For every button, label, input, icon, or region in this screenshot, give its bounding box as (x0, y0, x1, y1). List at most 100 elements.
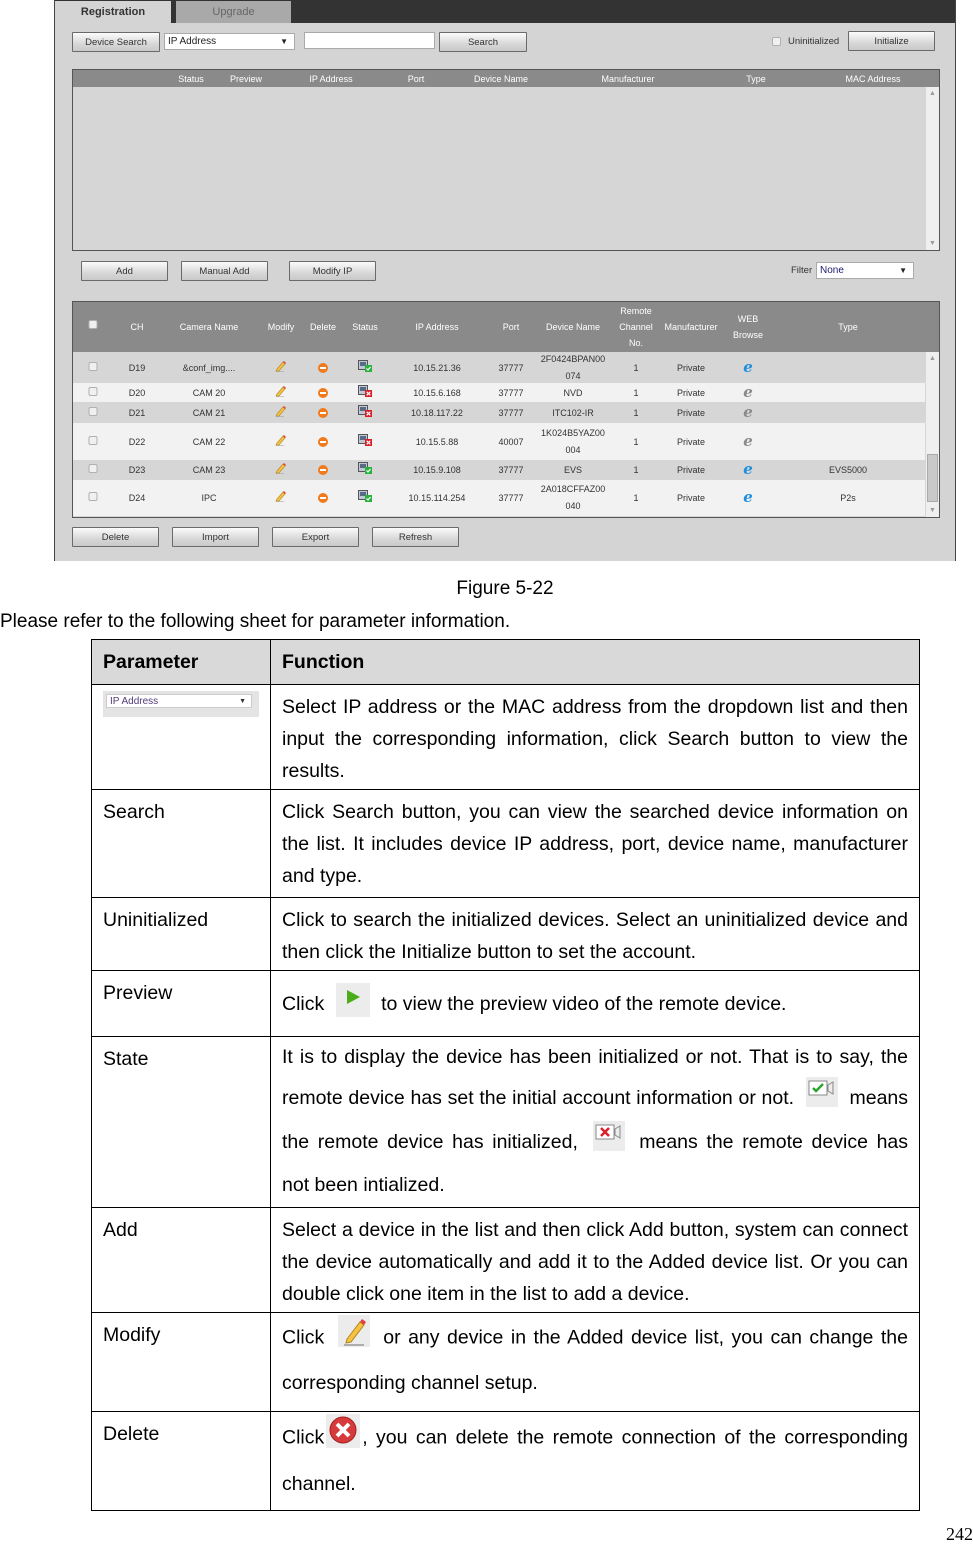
modify-button[interactable] (275, 462, 287, 478)
row-checkbox-box[interactable] (88, 464, 98, 473)
col-ip-address[interactable]: IP Address (309, 71, 352, 87)
search-button[interactable]: Search (439, 32, 527, 52)
col-device-name[interactable]: Device Name (546, 319, 600, 335)
add-button[interactable]: Add (81, 261, 168, 281)
scroll-up-icon[interactable]: ▲ (926, 355, 939, 362)
row-checkbox[interactable] (88, 361, 98, 375)
import-button[interactable]: Import (172, 527, 259, 547)
col-type[interactable]: Type (838, 319, 858, 335)
device-search-button[interactable]: Device Search (72, 32, 160, 52)
camera-name: CAM 23 (192, 465, 226, 475)
col-device-name[interactable]: Device Name (474, 71, 528, 87)
param-cell: Add (91, 1207, 271, 1313)
col-camera-name[interactable]: Camera Name (180, 319, 239, 335)
row-checkbox-box[interactable] (88, 492, 98, 501)
channel-id: D20 (128, 387, 146, 398)
scroll-down-icon[interactable]: ▼ (926, 240, 939, 247)
col-manufacturer[interactable]: Manufacturer (664, 319, 717, 335)
modify-button[interactable] (275, 385, 287, 401)
header-function: Function (270, 639, 920, 685)
col-remote-channel[interactable]: Remote Channel No. (619, 303, 653, 351)
modify-button[interactable] (275, 434, 287, 450)
modify-button[interactable] (275, 360, 287, 376)
ip-address: 10.15.21.36 (413, 362, 461, 373)
status-error-icon (358, 433, 372, 446)
delete-button[interactable] (318, 362, 328, 373)
search-results-grid: Status Preview IP Address Port Device Na… (72, 69, 940, 251)
table-row[interactable]: D20 CAM 20 10.15.6.168 37777 NVD 1 Private e (73, 383, 925, 402)
tab-registration[interactable]: Registration (55, 1, 171, 23)
select-all-checkbox[interactable] (88, 320, 98, 329)
device-registration-panel: Registration Upgrade Device Search IP Ad… (54, 0, 956, 561)
col-preview[interactable]: Preview (230, 71, 262, 87)
col-modify[interactable]: Modify (268, 319, 295, 335)
row-checkbox[interactable] (88, 406, 98, 420)
col-status[interactable]: Status (352, 319, 378, 335)
row-checkbox-box[interactable] (88, 406, 98, 416)
chevron-down-icon: ▼ (899, 266, 907, 275)
col-manufacturer[interactable]: Manufacturer (601, 71, 654, 87)
delete-button[interactable] (318, 436, 328, 447)
col-status[interactable]: Status (178, 71, 204, 87)
delete-button[interactable] (318, 407, 328, 418)
web-browse-button[interactable]: e (743, 462, 753, 478)
web-browse-button[interactable]: e (743, 359, 753, 376)
scroll-down-icon[interactable]: ▼ (926, 507, 939, 514)
manual-add-button[interactable]: Manual Add (181, 261, 268, 281)
delete-button[interactable] (318, 493, 328, 503)
added-devices-scrollbar[interactable]: ▲ ▼ (926, 352, 939, 517)
export-button[interactable]: Export (272, 527, 359, 547)
table-row: Preview Click to view the preview video … (91, 970, 920, 1037)
uninitialized-status-icon (592, 1121, 625, 1165)
search-input[interactable] (304, 32, 435, 49)
delete-button[interactable]: Delete (72, 527, 159, 547)
table-row[interactable]: D19 &conf_img.... 10.15.21.36 37777 2F0424BP… (73, 352, 925, 383)
scroll-up-icon[interactable]: ▲ (926, 90, 939, 97)
tab-upgrade[interactable]: Upgrade (176, 1, 291, 23)
table-row[interactable]: D22 CAM 22 10.15.5.88 40007 1K024B5YAZ00 004 1… (73, 423, 925, 460)
web-browse-button[interactable]: e (743, 404, 753, 421)
modify-ip-button[interactable]: Modify IP (289, 261, 376, 281)
row-checkbox-box[interactable] (88, 386, 98, 396)
param-cell: IP Address ▼ (91, 684, 271, 790)
col-mac-address[interactable]: MAC Address (845, 71, 900, 87)
manufacturer: Private (676, 436, 706, 447)
filter-select[interactable]: None ▼ (816, 262, 914, 279)
delete-button[interactable] (318, 387, 328, 398)
web-browse-button[interactable]: e (743, 433, 753, 450)
search-type-select[interactable]: IP Address ▼ (164, 33, 295, 50)
table-row: Uninitialized Click to search the initia… (91, 897, 920, 971)
col-ch[interactable]: CH (131, 319, 144, 335)
web-browse-button[interactable]: e (743, 384, 753, 401)
delete-button[interactable] (318, 465, 328, 475)
table-row[interactable]: D24 IPC 10.15.114.254 37777 2A018CFFAZ00 040 1… (73, 480, 925, 516)
scrollbar-thumb[interactable] (927, 454, 938, 502)
col-type[interactable]: Type (746, 71, 766, 87)
table-row[interactable]: D23 CAM 23 10.15.9.108 37777 EVS 1 Private e EVS… (73, 460, 925, 480)
col-web-browse[interactable]: WEB Browse (733, 311, 763, 343)
table-row: IP Address ▼ Select IP address or the MAC… (91, 684, 920, 790)
row-checkbox[interactable] (88, 435, 98, 449)
col-port[interactable]: Port (408, 71, 425, 87)
row-checkbox-box[interactable] (88, 361, 98, 371)
col-ip-address[interactable]: IP Address (415, 319, 458, 335)
col-port[interactable]: Port (503, 319, 520, 335)
initialize-button[interactable]: Initialize (848, 31, 935, 51)
modify-button[interactable] (275, 405, 287, 421)
ip-address: 10.15.9.108 (413, 465, 461, 475)
row-checkbox[interactable] (88, 491, 98, 505)
channel-id: D22 (128, 436, 146, 447)
row-checkbox[interactable] (88, 463, 98, 477)
status-initialized (358, 462, 372, 478)
col-delete[interactable]: Delete (310, 319, 336, 335)
web-browse-button[interactable]: e (743, 490, 753, 506)
refresh-button[interactable]: Refresh (372, 527, 459, 547)
uninitialized-checkbox[interactable] (772, 37, 781, 46)
function-cell: Select IP address or the MAC address fro… (270, 684, 920, 790)
modify-button[interactable] (275, 490, 287, 506)
row-checkbox-box[interactable] (88, 435, 98, 445)
search-results-scrollbar[interactable]: ▲ ▼ (926, 87, 939, 250)
row-checkbox[interactable] (88, 386, 98, 400)
table-row[interactable]: D21 CAM 21 10.18.117.22 37777 ITC102-IR 1 Priv… (73, 402, 925, 423)
pencil-icon (275, 434, 286, 446)
